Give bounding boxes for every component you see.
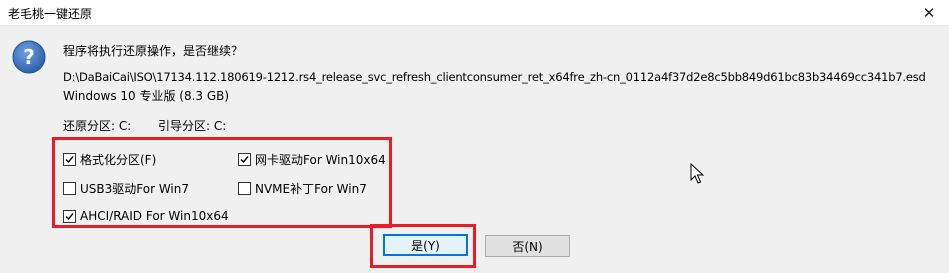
- option-format-partition[interactable]: 格式化分区(F): [63, 151, 156, 168]
- image-path: D:\DaBaiCai\ISO\17134.112.180619-1212.rs…: [63, 70, 926, 84]
- option-nvme-patch[interactable]: NVME补丁For Win7: [238, 180, 367, 197]
- option-label: NVME补丁For Win7: [255, 182, 367, 196]
- title-bar: 老毛桃一键还原 ✕: [0, 0, 949, 26]
- option-label: AHCI/RAID For Win10x64: [80, 209, 229, 223]
- question-icon: ?: [12, 40, 46, 74]
- image-info: Windows 10 专业版 (8.3 GB): [63, 89, 230, 103]
- checkbox[interactable]: [63, 153, 76, 166]
- option-label: 格式化分区(F): [80, 153, 157, 167]
- option-label: 网卡驱动For Win10x64: [255, 153, 386, 167]
- no-button[interactable]: 否(N): [485, 235, 570, 257]
- mouse-cursor-icon: [690, 163, 704, 184]
- yes-button[interactable]: 是(Y): [383, 234, 468, 256]
- checkbox[interactable]: [63, 182, 76, 195]
- restore-partition-label: 还原分区: C:: [63, 119, 132, 133]
- boot-partition-label: 引导分区: C:: [158, 119, 227, 133]
- checkbox[interactable]: [63, 209, 76, 223]
- checkbox[interactable]: [238, 182, 251, 195]
- option-nic-driver[interactable]: 网卡驱动For Win10x64: [238, 151, 386, 168]
- checkbox[interactable]: [238, 153, 251, 166]
- window-title: 老毛桃一键还原: [8, 7, 93, 21]
- option-usb3-driver[interactable]: USB3驱动For Win7: [63, 180, 189, 197]
- option-ahci-raid[interactable]: AHCI/RAID For Win10x64: [63, 209, 229, 223]
- option-label: USB3驱动For Win7: [80, 182, 190, 196]
- question-text: 程序将执行还原操作，是否继续？: [63, 44, 244, 58]
- svg-text:?: ?: [23, 45, 35, 69]
- close-icon[interactable]: ✕: [909, 0, 949, 25]
